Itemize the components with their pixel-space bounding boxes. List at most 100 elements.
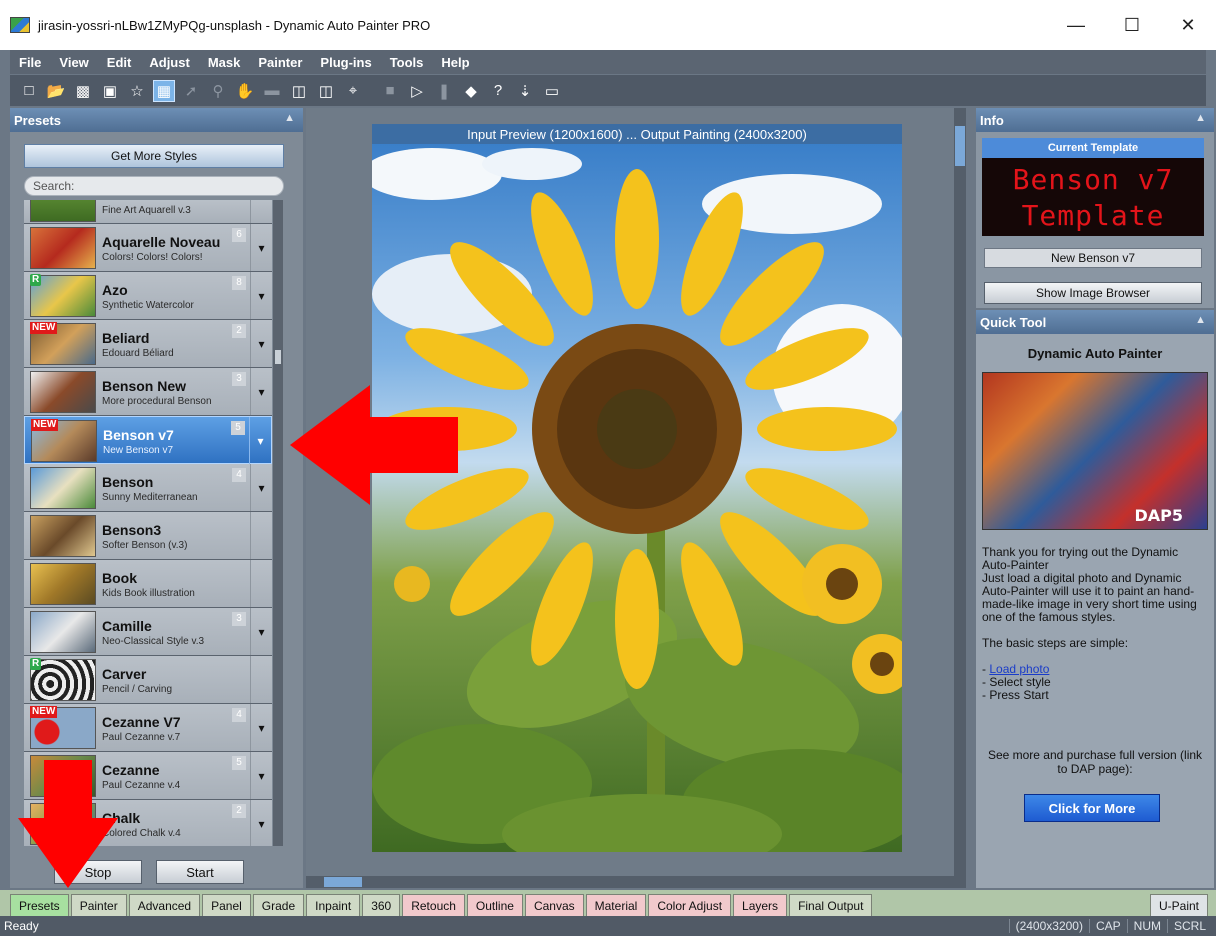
split-view-icon[interactable]: ◫: [315, 80, 337, 102]
play-icon[interactable]: ▷: [406, 80, 428, 102]
scrollbar-thumb[interactable]: [324, 877, 362, 887]
new-file-icon[interactable]: □: [18, 80, 40, 102]
save-icon[interactable]: ▩: [72, 80, 94, 102]
screen-icon[interactable]: ▭: [541, 80, 563, 102]
preset-item[interactable]: NEW Cezanne V7 Paul Cezanne v.7 4 ▾: [24, 704, 272, 752]
preset-thumbnail: [30, 611, 96, 653]
preset-item[interactable]: R Carver Pencil / Carving: [24, 656, 272, 704]
canvas-horizontal-scrollbar[interactable]: [306, 876, 966, 888]
preset-count: 3: [232, 372, 246, 386]
preset-desc: Colors! Colors! Colors!: [102, 252, 203, 263]
tab-panel[interactable]: Panel: [202, 894, 251, 916]
preset-item[interactable]: Benson New More procedural Benson 3 ▾: [24, 368, 272, 416]
pin-icon[interactable]: ▲: [1195, 314, 1206, 326]
preset-item[interactable]: Fine Art Aquarell v.3: [24, 200, 272, 224]
menu-plugins[interactable]: Plug-ins: [311, 55, 380, 70]
preset-desc: Synthetic Watercolor: [102, 300, 194, 311]
menu-mask[interactable]: Mask: [199, 55, 250, 70]
fit-view-icon[interactable]: ◫: [288, 80, 310, 102]
pointer-icon[interactable]: ➚: [180, 80, 202, 102]
get-more-styles-button[interactable]: Get More Styles: [24, 144, 284, 168]
menu-painter[interactable]: Painter: [249, 55, 311, 70]
save-as-icon[interactable]: ▣: [99, 80, 121, 102]
preset-count: 2: [232, 324, 246, 338]
crop-icon[interactable]: ⌖: [342, 80, 364, 102]
chevron-down-icon[interactable]: ▾: [250, 320, 272, 367]
compare-view-icon[interactable]: ▦: [153, 79, 175, 102]
close-button[interactable]: ✕: [1160, 0, 1216, 50]
load-photo-link[interactable]: Load photo: [989, 662, 1049, 676]
preset-dropdown[interactable]: [250, 656, 272, 703]
chevron-down-icon[interactable]: ▾: [250, 608, 272, 655]
chevron-down-icon[interactable]: ▾: [249, 417, 271, 464]
canvas-vertical-scrollbar[interactable]: [954, 108, 966, 878]
tab-grade[interactable]: Grade: [252, 894, 305, 916]
menu-view[interactable]: View: [50, 55, 97, 70]
tab-advanced[interactable]: Advanced: [128, 894, 201, 916]
stop-icon[interactable]: ■: [379, 80, 401, 102]
menu-adjust[interactable]: Adjust: [140, 55, 198, 70]
preset-dropdown[interactable]: [250, 200, 272, 223]
preset-item[interactable]: NEW Beliard Edouard Béliard 2 ▾: [24, 320, 272, 368]
left-arrow-annotation-icon: [290, 385, 458, 505]
tab-inpaint[interactable]: Inpaint: [306, 894, 361, 916]
badge-new: NEW: [30, 322, 58, 334]
menu-file[interactable]: File: [10, 55, 50, 70]
preset-desc: Pencil / Carving: [102, 684, 173, 695]
preset-dropdown[interactable]: [250, 560, 272, 607]
preset-list-scrollbar[interactable]: [273, 200, 283, 846]
tab-color-adjust[interactable]: Color Adjust: [648, 894, 732, 916]
tab-painter[interactable]: Painter: [70, 894, 127, 916]
menu-help[interactable]: Help: [432, 55, 478, 70]
preset-item[interactable]: Book Kids Book illustration: [24, 560, 272, 608]
chevron-down-icon[interactable]: ▾: [250, 800, 272, 846]
pin-icon[interactable]: ▲: [1195, 112, 1206, 124]
menu-edit[interactable]: Edit: [98, 55, 141, 70]
preset-item[interactable]: Benson3 Softer Benson (v.3): [24, 512, 272, 560]
preset-item-selected[interactable]: NEW Benson v7 New Benson v7 5 ▾: [24, 416, 272, 464]
preset-count: 5: [232, 756, 246, 770]
tab-u-paint[interactable]: U-Paint: [1149, 894, 1208, 916]
scrollbar-thumb[interactable]: [955, 126, 965, 166]
chevron-down-icon[interactable]: ▾: [250, 464, 272, 511]
preset-item[interactable]: R Azo Synthetic Watercolor 8 ▾: [24, 272, 272, 320]
tab-final-output[interactable]: Final Output: [789, 894, 873, 916]
preset-item[interactable]: Aquarelle Noveau Colors! Colors! Colors!…: [24, 224, 272, 272]
pin-icon[interactable]: ▲: [284, 112, 295, 124]
chevron-down-icon[interactable]: ▾: [250, 704, 272, 751]
menu-tools[interactable]: Tools: [381, 55, 433, 70]
preset-dropdown[interactable]: [250, 512, 272, 559]
tab-layers[interactable]: Layers: [733, 894, 788, 916]
chevron-down-icon[interactable]: ▾: [250, 224, 272, 271]
pause-icon[interactable]: ❚: [433, 80, 455, 102]
minimize-button[interactable]: —: [1048, 0, 1104, 50]
preset-item[interactable]: Camille Neo-Classical Style v.3 3 ▾: [24, 608, 272, 656]
zoom-icon[interactable]: ⚲: [207, 80, 229, 102]
rect-icon[interactable]: ▬: [261, 80, 283, 102]
chevron-down-icon[interactable]: ▾: [250, 368, 272, 415]
tab-presets[interactable]: Presets: [10, 894, 69, 916]
hand-icon[interactable]: ✋: [234, 80, 256, 102]
preset-search-input[interactable]: Search:: [24, 176, 284, 196]
start-button[interactable]: Start: [156, 860, 244, 884]
click-for-more-button[interactable]: Click for More: [1024, 794, 1160, 822]
scrollbar-thumb[interactable]: [275, 350, 281, 364]
preset-name: Benson: [102, 474, 154, 490]
tab-material[interactable]: Material: [585, 894, 647, 916]
download-icon[interactable]: ⇣: [514, 80, 536, 102]
tab-outline[interactable]: Outline: [466, 894, 523, 916]
favorite-star-icon[interactable]: ☆: [126, 80, 148, 102]
tab-retouch[interactable]: Retouch: [402, 894, 465, 916]
chevron-down-icon[interactable]: ▾: [250, 752, 272, 799]
tab-canvas[interactable]: Canvas: [524, 894, 584, 916]
layers-icon[interactable]: ◆: [460, 80, 482, 102]
show-image-browser-button[interactable]: Show Image Browser: [984, 282, 1202, 304]
preset-desc: Edouard Béliard: [102, 348, 174, 359]
open-folder-icon[interactable]: 📂: [45, 80, 67, 102]
caps-lock-indicator: CAP: [1088, 919, 1127, 933]
tab-360[interactable]: 360: [362, 894, 401, 916]
help-icon[interactable]: ?: [487, 80, 509, 102]
preset-item[interactable]: Benson Sunny Mediterranean 4 ▾: [24, 464, 272, 512]
chevron-down-icon[interactable]: ▾: [250, 272, 272, 319]
maximize-button[interactable]: ☐: [1104, 0, 1160, 50]
